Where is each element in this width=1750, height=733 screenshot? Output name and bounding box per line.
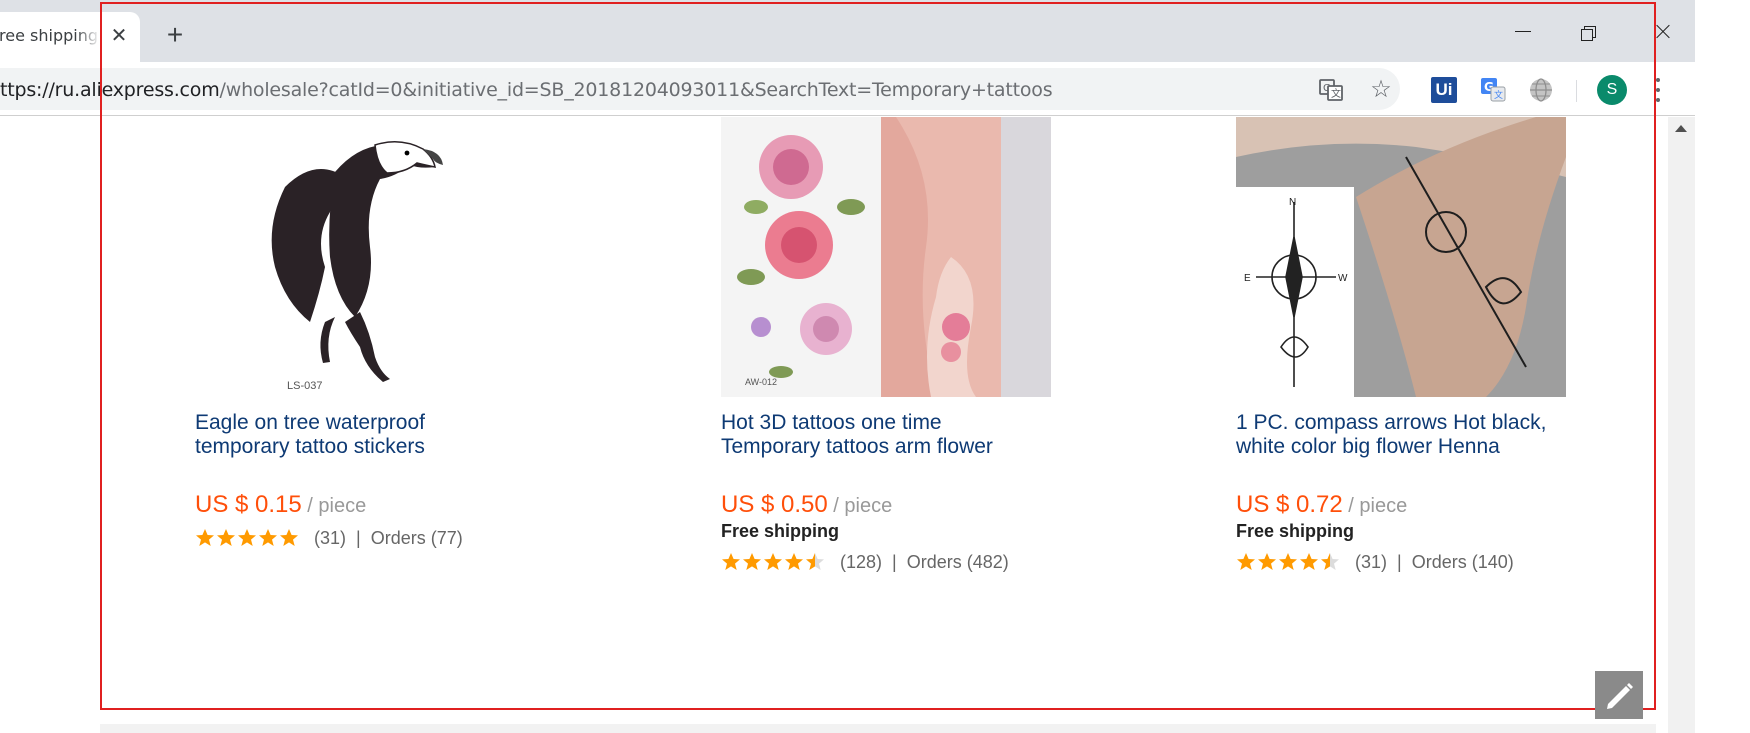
uipath-extension-icon[interactable]: Ui: [1431, 77, 1457, 103]
rating-orders-row: (128) | Orders (482): [721, 549, 1121, 575]
bookmark-star-icon[interactable]: ☆: [1368, 77, 1394, 103]
price-row: US $ 0.50 / piece: [721, 491, 1121, 519]
product-card: LS-037 Eagle on tree waterproof temporar…: [195, 117, 595, 551]
star-icon: [280, 529, 298, 546]
product-image-roses[interactable]: AW-012: [721, 117, 1051, 397]
product-title-link[interactable]: 1 PC. compass arrows Hot black, white co…: [1236, 411, 1596, 459]
tab-title-fade: [76, 26, 100, 48]
product-card: AW-012 Hot 3D tattoos one time Temporary…: [721, 117, 1121, 575]
address-bar[interactable]: ttps://ru.aliexpress.com/wholesale?catId…: [0, 68, 1400, 110]
rating-orders-row: (31) | Orders (77): [195, 525, 595, 551]
meta-separator: |: [1397, 551, 1402, 572]
star-icon: [785, 553, 803, 570]
product-title-line: temporary tattoo stickers: [195, 435, 425, 458]
star-icon: [259, 529, 277, 546]
browser-tab[interactable]: ith free shipping ✕: [0, 12, 140, 62]
star-icon: [1237, 553, 1255, 570]
rating-count[interactable]: (31): [1355, 552, 1387, 573]
edit-pencil-button[interactable]: [1595, 671, 1643, 719]
browser-toolbar: ttps://ru.aliexpress.com/wholesale?catId…: [0, 62, 1695, 116]
star-icon: [743, 553, 761, 570]
meta-separator: |: [892, 551, 897, 572]
svg-text:文: 文: [1331, 87, 1341, 100]
price-row: US $ 0.15 / piece: [195, 491, 595, 519]
star-icon: [764, 553, 782, 570]
compass-letter-w: W: [1338, 273, 1348, 284]
free-shipping-label: Free shipping: [1236, 521, 1355, 541]
product-title-line: Temporary tattoos arm flower: [721, 435, 993, 458]
restore-icon-front: [1581, 29, 1593, 41]
product-image-compass[interactable]: N E W: [1236, 117, 1566, 397]
rating-orders-row: (31) | Orders (140): [1236, 549, 1636, 575]
star-icon: [1321, 553, 1339, 570]
rating-stars[interactable]: [721, 552, 826, 572]
orders-count[interactable]: Orders (140): [1412, 552, 1514, 573]
orders-count[interactable]: Orders (482): [907, 552, 1009, 573]
minimize-window-button[interactable]: [1499, 14, 1545, 50]
rating-count[interactable]: (128): [840, 552, 882, 573]
star-icon: [1300, 553, 1318, 570]
translate-page-icon[interactable]: G 文: [1318, 77, 1344, 103]
product-price: US $ 0.15: [195, 491, 302, 518]
globe-extension-icon[interactable]: [1528, 77, 1554, 103]
restore-window-button[interactable]: [1566, 14, 1612, 50]
product-title-link[interactable]: Eagle on tree waterproof temporary tatto…: [195, 411, 555, 459]
product-title-line: Eagle on tree waterproof: [195, 411, 425, 434]
product-card: N E W 1 PC. compass arrows Hot black, wh…: [1236, 117, 1636, 575]
star-icon: [1258, 553, 1276, 570]
product-price: US $ 0.50: [721, 491, 828, 518]
star-icon: [196, 529, 214, 546]
product-title-line: white color big flower Henna: [1236, 435, 1500, 458]
profile-avatar[interactable]: S: [1597, 75, 1627, 105]
address-bar-url[interactable]: ttps://ru.aliexpress.com/wholesale?catId…: [0, 79, 1053, 101]
scroll-up-arrow-icon[interactable]: [1675, 125, 1687, 132]
menu-dot: [1656, 78, 1660, 82]
compass-letter-e: E: [1244, 273, 1251, 284]
price-row: US $ 0.72 / piece: [1236, 491, 1636, 519]
free-shipping-label: Free shipping: [721, 521, 840, 541]
star-icon: [217, 529, 235, 546]
compass-letter-n: N: [1289, 197, 1296, 208]
product-title-line: Hot 3D tattoos one time: [721, 411, 942, 434]
star-icon: [722, 553, 740, 570]
browser-menu-icon[interactable]: [1650, 76, 1666, 104]
new-tab-button[interactable]: +: [160, 20, 190, 50]
price-unit: / piece: [1342, 495, 1408, 517]
pencil-icon: [1607, 683, 1633, 709]
menu-dot: [1656, 88, 1660, 92]
product-title-link[interactable]: Hot 3D tattoos one time Temporary tattoo…: [721, 411, 1081, 459]
orders-count[interactable]: Orders (77): [371, 528, 463, 549]
rating-stars[interactable]: [195, 528, 300, 548]
google-translate-extension-icon[interactable]: G 文: [1480, 77, 1506, 103]
price-unit: / piece: [301, 495, 367, 517]
close-window-button[interactable]: [1640, 14, 1686, 50]
rating-count[interactable]: (31): [314, 528, 346, 549]
svg-text:文: 文: [1494, 89, 1503, 101]
star-icon: [1279, 553, 1297, 570]
star-icon: [806, 553, 824, 570]
tab-close-icon[interactable]: ✕: [106, 22, 132, 50]
roses-image-code: AW-012: [745, 377, 777, 387]
rating-stars[interactable]: [1236, 552, 1341, 572]
product-title-line: 1 PC. compass arrows Hot black,: [1236, 411, 1547, 434]
tab-strip: ith free shipping ✕ +: [0, 0, 1695, 62]
eagle-image-code: LS-037: [287, 380, 322, 392]
product-image-eagle[interactable]: LS-037: [195, 117, 525, 397]
next-row-divider: [100, 724, 1656, 733]
product-price: US $ 0.72: [1236, 491, 1343, 518]
toolbar-separator: [1576, 80, 1577, 102]
menu-dot: [1656, 98, 1660, 102]
price-unit: / piece: [827, 495, 893, 517]
star-icon: [238, 529, 256, 546]
meta-separator: |: [356, 527, 361, 548]
page-scrollbar[interactable]: [1668, 117, 1695, 733]
